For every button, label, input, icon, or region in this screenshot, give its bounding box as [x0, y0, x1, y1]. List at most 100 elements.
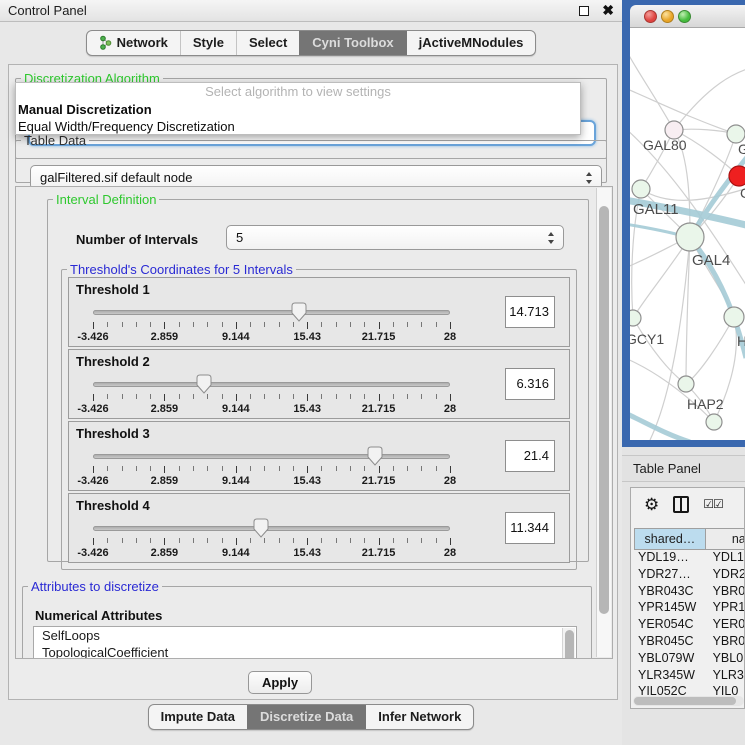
cell-name: YDL1: [707, 550, 745, 567]
cell-name: YBL0: [707, 651, 745, 668]
tab-label: Cyni Toolbox: [312, 35, 393, 50]
slider-track[interactable]: [93, 310, 450, 315]
slider-thumb[interactable]: [291, 302, 307, 327]
cell-shared-name: YPR145W: [634, 600, 707, 617]
table-row[interactable]: YPR145WYPR1: [634, 600, 745, 617]
close-icon[interactable]: ✖: [602, 2, 614, 19]
network-node[interactable]: [706, 414, 722, 430]
slider-track[interactable]: [93, 526, 450, 531]
tab-select[interactable]: Select: [236, 31, 299, 55]
threshold-value-field[interactable]: 11.344: [505, 512, 555, 544]
attribute-list-item[interactable]: TopologicalCoefficient: [34, 644, 576, 659]
algorithm-dropdown-hint: Select algorithm to view settings: [16, 83, 580, 101]
table-data-title: Table Data: [21, 133, 89, 148]
tab-jactivemnodules[interactable]: jActiveMNodules: [406, 31, 536, 55]
cell-shared-name: YBR043C: [634, 584, 707, 601]
network-node-c[interactable]: [729, 166, 745, 186]
numerical-attributes-label: Numerical Attributes: [35, 608, 162, 623]
node-attribute-table[interactable]: shared… na YDL19…YDL1YDR27…YDR2YBR043CYB…: [634, 528, 745, 701]
cell-shared-name: YER054C: [634, 617, 707, 634]
number-of-intervals-combobox[interactable]: 5: [226, 225, 564, 250]
interval-definition-title: Interval Definition: [53, 192, 159, 207]
network-canvas[interactable]: GAL80GCGAL11GAL4GCY1HHAP2: [630, 28, 745, 440]
slider-tick-labels: -3.4262.8599.14415.4321.71528: [93, 547, 450, 559]
float-window-icon[interactable]: [579, 6, 589, 16]
number-of-intervals-value: 5: [236, 230, 243, 245]
slider-thumb[interactable]: [253, 518, 269, 543]
spinner-arrows-icon: [548, 232, 555, 244]
tab-label: jActiveMNodules: [419, 35, 524, 50]
apply-button[interactable]: Apply: [248, 671, 312, 694]
cyni-toolbox-panel: Discretization Algorithm Select algorith…: [8, 64, 618, 700]
control-panel-tab-bar: Network StyleSelect Cyni Toolbox jActiveMNo…: [0, 30, 622, 56]
network-node-gal4[interactable]: [676, 223, 704, 251]
tab-label: Network: [117, 35, 168, 50]
threshold-value-field[interactable]: 6.316: [505, 368, 555, 400]
attributes-scrollbar-thumb[interactable]: [565, 630, 574, 659]
tab-network[interactable]: Network: [87, 31, 180, 55]
table-row[interactable]: YDR27…YDR2: [634, 567, 745, 584]
table-row[interactable]: YER054CYER0: [634, 617, 745, 634]
threshold-value-field[interactable]: 21.4: [505, 440, 555, 472]
numerical-attributes-list: SelfLoopsTopologicalCoefficientBetweenne…: [33, 626, 577, 659]
node-label: GCY1: [630, 331, 664, 347]
threshold-value-field[interactable]: 14.713: [505, 296, 555, 328]
network-node-gcy1[interactable]: [630, 310, 641, 326]
node-label: G: [738, 141, 745, 157]
slider-ticks: [93, 394, 450, 402]
threshold-label: Threshold 3: [76, 426, 150, 441]
network-node-hap2[interactable]: [678, 376, 694, 392]
table-row[interactable]: YBL079WYBL0: [634, 651, 745, 668]
table-row[interactable]: YLR345WYLR3: [634, 668, 745, 685]
columns-icon[interactable]: [673, 496, 689, 513]
network-node-h[interactable]: [724, 307, 744, 327]
table-row[interactable]: YBR045CYBR0: [634, 634, 745, 651]
table-hscrollbar-thumb[interactable]: [634, 697, 736, 705]
settings-vertical-scrollbar[interactable]: [596, 188, 611, 657]
number-of-intervals-label: Number of Intervals: [76, 232, 198, 247]
attributes-scrollbar[interactable]: [562, 628, 575, 659]
algorithm-option-manual[interactable]: Manual Discretization: [16, 101, 580, 118]
table-data-group: Table Data galFiltered.sif default node: [15, 133, 607, 183]
cell-name: YPR1: [707, 600, 745, 617]
table-horizontal-scrollbar[interactable]: [633, 696, 744, 706]
slider-track[interactable]: [93, 382, 450, 387]
slider-ticks: [93, 466, 450, 474]
network-node-gal11[interactable]: [632, 180, 650, 198]
table-panel-title: Table Panel: [633, 461, 701, 476]
attributes-to-discretize-group: Attributes to discretize Numerical Attri…: [22, 579, 592, 659]
tab-label: Infer Network: [378, 709, 461, 724]
table-panel: ⚙ ☑☑ shared… na YDL19…YDL1YDR27…YDR2YBR0…: [630, 487, 745, 709]
tab-style[interactable]: Style: [180, 31, 236, 55]
algorithm-option-equal-width[interactable]: Equal Width/Frequency Discretization: [16, 118, 580, 135]
gear-icon[interactable]: ⚙: [644, 496, 659, 513]
table-row[interactable]: YDL19…YDL1: [634, 550, 745, 567]
table-header-row: shared… na: [634, 528, 745, 550]
threshold-panel-2: Threshold 2-3.4262.8599.14415.4321.71528…: [68, 349, 570, 419]
slider-track[interactable]: [93, 454, 450, 459]
table-row[interactable]: YBR043CYBR0: [634, 584, 745, 601]
slider-thumb[interactable]: [367, 446, 383, 471]
table-header-shared-name[interactable]: shared…: [634, 528, 706, 550]
mac-close-button[interactable]: [644, 10, 657, 23]
tab-impute-data[interactable]: Impute Data: [149, 705, 247, 729]
tab-infer-network[interactable]: Infer Network: [365, 705, 473, 729]
threshold-coordinates-group: Threshold's Coordinates for 5 Intervals …: [61, 262, 577, 570]
checkbox-pair-icon[interactable]: ☑☑: [703, 497, 723, 511]
slider-tick-labels: -3.4262.8599.14415.4321.71528: [93, 475, 450, 487]
threshold-label: Threshold 4: [76, 498, 150, 513]
threshold-label: Threshold 2: [76, 354, 150, 369]
cell-name: YDR2: [707, 567, 745, 584]
tab-label: Discretize Data: [260, 709, 353, 724]
tab-discretize-data[interactable]: Discretize Data: [247, 705, 365, 729]
attribute-list-item[interactable]: SelfLoops: [34, 627, 576, 644]
cell-shared-name: YDR27…: [634, 567, 707, 584]
node-label: C: [740, 185, 745, 201]
settings-scrollbar-thumb[interactable]: [599, 206, 609, 614]
mac-minimize-button[interactable]: [661, 10, 674, 23]
cell-name: YLR3: [707, 668, 745, 685]
slider-thumb[interactable]: [196, 374, 212, 399]
table-header-name[interactable]: na: [706, 528, 745, 550]
mac-zoom-button[interactable]: [678, 10, 691, 23]
tab-cyni-toolbox[interactable]: Cyni Toolbox: [299, 31, 405, 55]
